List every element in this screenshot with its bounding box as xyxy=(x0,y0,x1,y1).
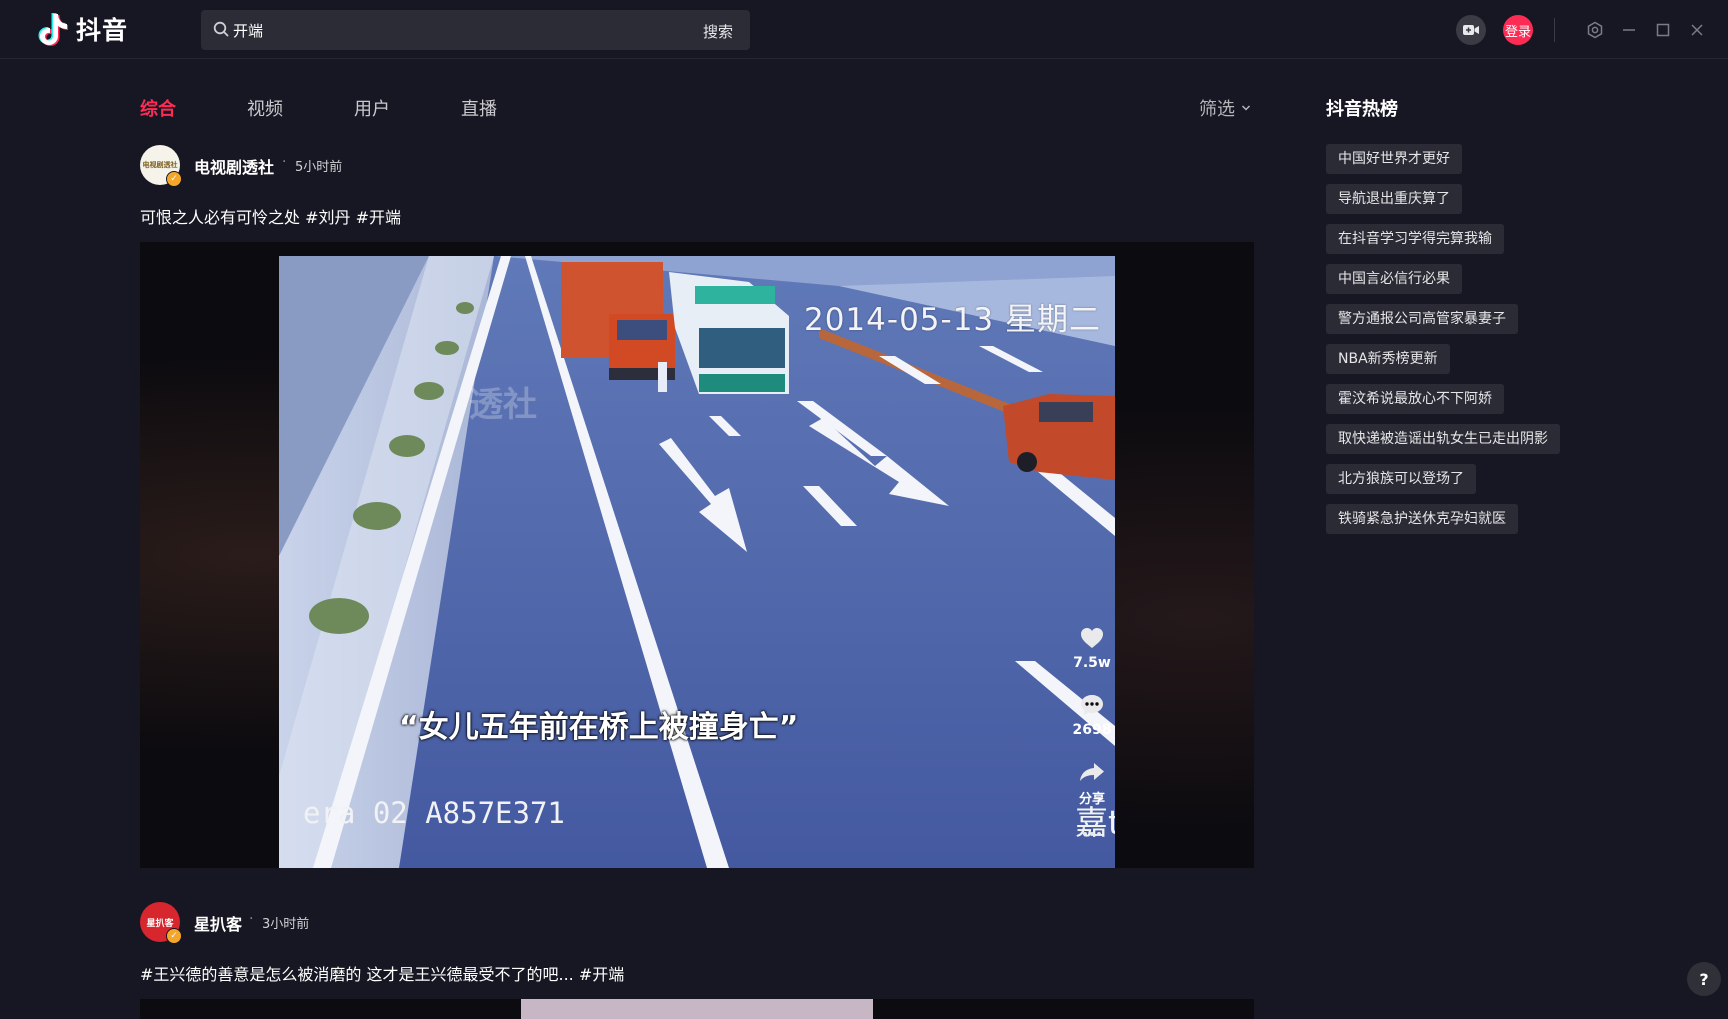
login-button[interactable]: 登录 xyxy=(1503,15,1533,45)
svg-text:透社: 透社 xyxy=(469,385,537,425)
author-name[interactable]: 电视剧透社 xyxy=(194,154,274,178)
comment-button[interactable]: 2698 xyxy=(1060,694,1124,738)
like-button[interactable]: 7.5w xyxy=(1060,627,1124,671)
hot-list-item[interactable]: 铁骑紧急护送休克孕妇就医 xyxy=(1326,504,1518,534)
hot-list-item[interactable]: 中国好世界才更好 xyxy=(1326,144,1462,174)
more-button[interactable] xyxy=(1060,831,1124,837)
hot-list-item[interactable]: 在抖音学习学得完算我输 xyxy=(1326,224,1504,254)
comment-count: 2698 xyxy=(1072,722,1112,738)
search-button[interactable]: 搜索 xyxy=(703,21,733,42)
video-camera-id: era 02 A857E371 xyxy=(303,796,565,830)
like-count: 7.5w xyxy=(1073,655,1111,671)
filter-label: 筛选 xyxy=(1199,99,1235,120)
help-button[interactable]: ? xyxy=(1687,962,1721,996)
video-scene: 透社 xyxy=(279,256,1115,868)
search-input[interactable] xyxy=(233,10,693,50)
hot-list-item[interactable]: NBA新秀榜更新 xyxy=(1326,344,1450,374)
minimize-button[interactable] xyxy=(1614,15,1644,45)
hot-list-title: 抖音热榜 xyxy=(1326,99,1398,120)
video-timestamp: 2014-05-13 星期二 xyxy=(803,302,1101,338)
comment-icon xyxy=(1081,695,1103,715)
tab-all[interactable]: 综合 xyxy=(140,95,176,121)
app-logo[interactable]: 抖音 xyxy=(38,12,128,46)
post-time: 5小时前 xyxy=(295,160,343,175)
video-player[interactable] xyxy=(140,999,1254,1019)
chevron-down-icon xyxy=(1241,105,1251,111)
share-label: 分享 xyxy=(1078,792,1105,807)
settings-icon xyxy=(1587,21,1603,39)
tab-live[interactable]: 直播 xyxy=(461,95,497,121)
hot-list-item[interactable]: 中国言必信行必果 xyxy=(1326,264,1462,294)
verified-icon: ✓ xyxy=(166,171,182,187)
douyin-logo-icon xyxy=(38,13,68,46)
post-title[interactable]: #王兴德的善意是怎么被消磨的 这才是王兴德最受不了的吧... #开端 xyxy=(140,961,624,985)
help-icon: ? xyxy=(1699,969,1709,989)
verified-icon: ✓ xyxy=(166,928,182,944)
minimize-icon xyxy=(1623,29,1635,31)
top-bar: 抖音 搜索 登录 xyxy=(0,0,1728,59)
author-name[interactable]: 星扒客 xyxy=(194,911,242,935)
video-thumbnail xyxy=(521,999,873,1019)
hot-list-item[interactable]: 取快递被造谣出轨女生已走出阴影 xyxy=(1326,424,1560,454)
search-icon xyxy=(213,21,229,37)
upload-video-button[interactable] xyxy=(1456,15,1486,45)
avatar-text: 星扒客 xyxy=(146,918,174,929)
heart-icon xyxy=(1081,628,1103,648)
upload-icon xyxy=(1463,25,1479,35)
tab-user[interactable]: 用户 xyxy=(354,95,390,121)
video-frame[interactable]: 透社 2014-05-13 星期二 “女儿五年前在桥上被撞身亡” era 02 … xyxy=(279,256,1115,868)
hot-list-item[interactable]: 导航退出重庆算了 xyxy=(1326,184,1462,214)
tab-video[interactable]: 视频 xyxy=(247,95,283,121)
avatar[interactable]: 电视剧透社 ✓ xyxy=(140,145,182,187)
divider xyxy=(1554,18,1555,42)
video-subtitle: “女儿五年前在桥上被撞身亡” xyxy=(399,710,799,745)
share-icon xyxy=(1080,763,1104,781)
share-button[interactable]: 分享 xyxy=(1060,762,1124,807)
filter-button[interactable]: 筛选 xyxy=(1199,95,1251,121)
close-button[interactable] xyxy=(1682,15,1712,45)
avatar[interactable]: 星扒客 ✓ xyxy=(140,902,182,944)
close-icon xyxy=(1691,24,1703,36)
maximize-icon xyxy=(1656,23,1670,37)
separator: · xyxy=(282,154,287,170)
hot-list-item[interactable]: 霍汶希说最放心不下阿娇 xyxy=(1326,384,1504,414)
separator: · xyxy=(249,911,254,927)
maximize-button[interactable] xyxy=(1648,15,1678,45)
post-time: 3小时前 xyxy=(262,917,310,932)
app-name: 抖音 xyxy=(76,16,129,45)
search-bar: 搜索 xyxy=(201,10,750,50)
settings-button[interactable] xyxy=(1580,15,1610,45)
hot-list-item[interactable]: 北方狼族可以登场了 xyxy=(1326,464,1476,494)
hot-list-item[interactable]: 警方通报公司高管家暴妻子 xyxy=(1326,304,1518,334)
hot-list: 抖音热榜 中国好世界才更好 导航退出重庆算了 在抖音学习学得完算我输 中国言必信… xyxy=(1326,95,1586,534)
post-title[interactable]: 可恨之人必有可怜之处 #刘丹 #开端 xyxy=(140,204,401,228)
avatar-text: 电视剧透社 xyxy=(142,161,178,169)
more-icon xyxy=(1083,832,1101,836)
